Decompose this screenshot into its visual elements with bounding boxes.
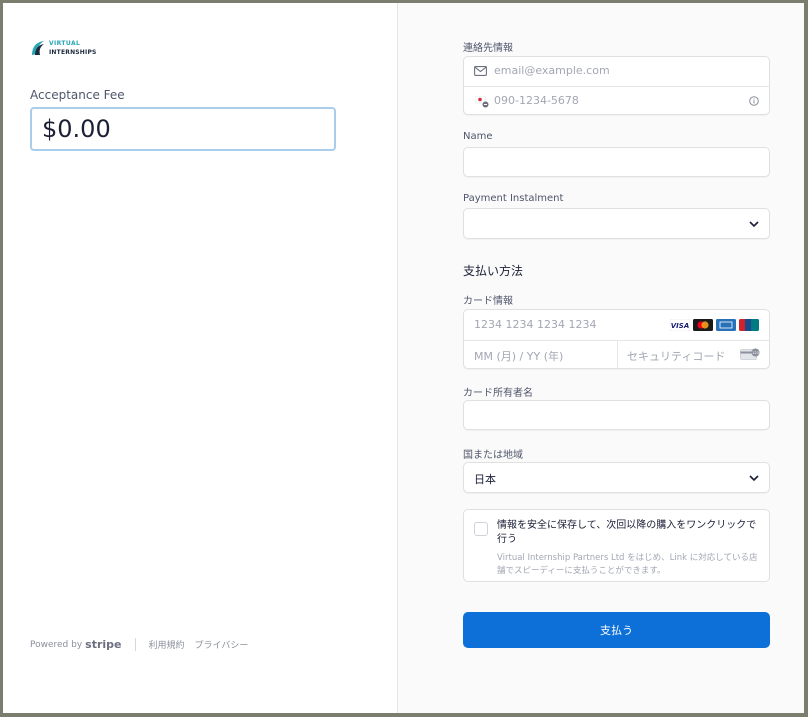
contact-label: 連絡先情報 [463,43,513,54]
name-input[interactable] [463,147,770,177]
fee-label: Acceptance Fee [30,88,125,102]
brand-line-2: INTERNSHIPS [49,49,97,56]
fee-amount-value: $0.00 [42,115,111,143]
contact-fields: email@example.com 090-1234-5678 [463,56,770,115]
brand-line-1: VIRTUAL [49,40,81,47]
privacy-link[interactable]: プライバシー [195,638,249,651]
cvc-card-icon: 123 [740,348,760,360]
stripe-logo[interactable]: stripe [85,638,121,651]
brand-wordmark: VIRTUAL INTERNSHIPS [49,40,97,57]
chevron-down-icon [749,475,759,482]
japan-flag-icon [475,96,489,108]
wave-logo-icon [32,41,44,55]
card-brand-icons: VISA [670,319,759,331]
country-select[interactable]: 日本 [463,462,770,493]
mastercard-icon [693,319,713,331]
info-icon[interactable] [749,96,759,106]
card-number-input[interactable]: 1234 1234 1234 1234 VISA [464,310,769,339]
card-number-placeholder: 1234 1234 1234 1234 [474,318,597,331]
payment-method-title: 支払い方法 [463,264,524,278]
cvc-input[interactable]: セキュリティコード 123 [618,341,770,370]
expiry-input[interactable]: MM (月) / YY (年) [464,341,617,370]
save-info-option: 情報を安全に保存して、次回以降の購入をワンクリックで行う Virtual Int… [463,509,770,582]
phone-input[interactable]: 090-1234-5678 [464,87,769,116]
fee-amount-field[interactable]: $0.00 [30,107,336,151]
save-info-description: Virtual Internship Partners Ltd をはじめ、Lin… [497,553,758,576]
instalment-select[interactable] [463,208,770,239]
amex-icon [716,319,736,331]
unionpay-icon [739,319,759,331]
chevron-down-icon [749,221,759,228]
powered-by-text: Powered by [30,639,83,650]
card-fields: 1234 1234 1234 1234 VISA MM (月) / YY (年)… [463,309,770,370]
email-input[interactable]: email@example.com [464,57,769,86]
cardholder-input[interactable] [463,400,770,430]
save-info-checkbox[interactable] [474,522,488,536]
visa-icon: VISA [670,319,690,331]
country-label: 国または地域 [463,450,523,461]
svg-text:VISA: VISA [671,322,689,330]
terms-link[interactable]: 利用規約 [149,638,185,651]
save-info-title: 情報を安全に保存して、次回以降の購入をワンクリックで行う [497,520,757,545]
cardholder-label: カード所有者名 [463,388,533,399]
instalment-label: Payment Instalment [463,193,564,204]
envelope-icon [474,66,487,76]
email-placeholder: email@example.com [494,64,610,77]
cvc-placeholder: セキュリティコード [627,350,726,363]
svg-text:123: 123 [752,351,759,355]
country-value: 日本 [474,473,496,486]
order-summary-panel: VIRTUAL INTERNSHIPS Acceptance Fee $0.00… [3,3,397,713]
phone-placeholder: 090-1234-5678 [494,94,579,107]
name-label: Name [463,131,493,142]
payment-form-panel: 連絡先情報 email@example.com 090-1234-5678 Na… [398,3,804,713]
card-info-label: カード情報 [463,296,513,307]
pay-button[interactable]: 支払う [463,612,770,648]
expiry-placeholder: MM (月) / YY (年) [474,350,564,363]
footer-divider [134,638,136,651]
footer: Powered by stripe 利用規約 プライバシー [30,638,258,651]
